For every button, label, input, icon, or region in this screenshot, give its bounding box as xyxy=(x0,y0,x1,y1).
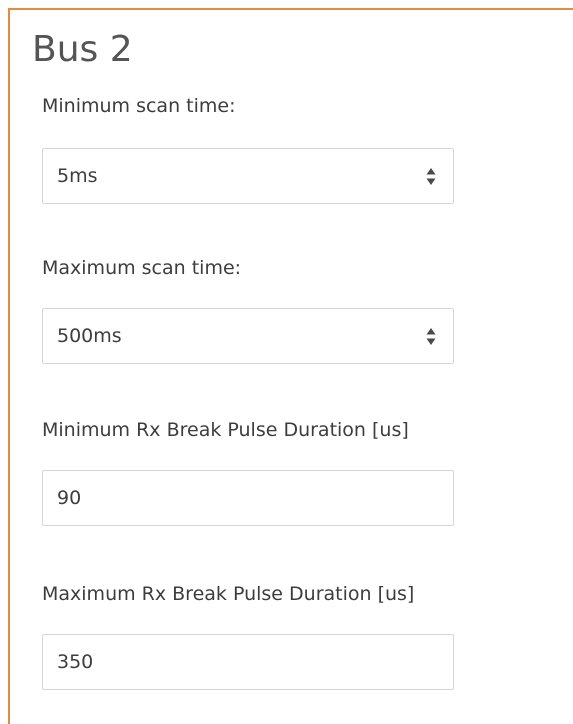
min-rx-break-input[interactable]: 90 xyxy=(42,470,454,526)
min-scan-time-value: 5ms xyxy=(57,165,98,187)
min-scan-time-select[interactable]: 5ms xyxy=(42,148,454,204)
max-rx-break-value: 350 xyxy=(57,651,94,673)
min-scan-time-label: Minimum scan time: xyxy=(42,95,236,117)
up-down-arrows-icon xyxy=(425,322,437,352)
up-down-arrows-icon xyxy=(425,162,437,192)
min-rx-break-label: Minimum Rx Break Pulse Duration [us] xyxy=(42,419,409,441)
max-scan-time-select[interactable]: 500ms xyxy=(42,308,454,364)
max-scan-time-label: Maximum scan time: xyxy=(42,257,242,279)
max-rx-break-input[interactable]: 350 xyxy=(42,634,454,690)
bus-title: Bus 2 xyxy=(32,29,133,70)
max-rx-break-label: Maximum Rx Break Pulse Duration [us] xyxy=(42,583,415,605)
min-rx-break-value: 90 xyxy=(57,487,82,509)
max-scan-time-value: 500ms xyxy=(57,325,122,347)
